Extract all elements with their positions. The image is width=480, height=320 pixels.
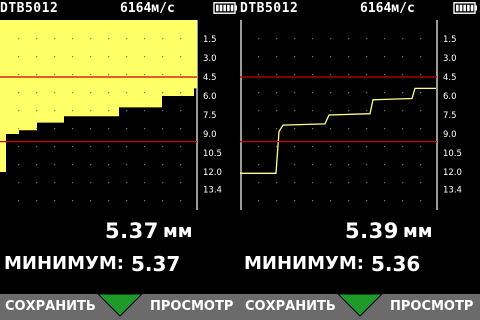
depth-scale-label: 12.0 bbox=[203, 168, 222, 178]
view-button[interactable]: ПРОСМОТР bbox=[390, 299, 473, 314]
battery-icon bbox=[213, 2, 237, 14]
minimum-row: МИНИМУМ: 5.37 bbox=[0, 250, 240, 278]
thickness-unit: мм bbox=[403, 221, 433, 242]
depth-scale-label: 9.0 bbox=[443, 130, 457, 140]
minimum-row: МИНИМУМ: 5.36 bbox=[240, 250, 480, 278]
minimum-label: МИНИМУМ: bbox=[4, 253, 125, 274]
thickness-readout: 5.37 мм bbox=[0, 215, 240, 249]
sound-velocity: 6164м/с bbox=[120, 1, 175, 16]
depth-scale-label: 13.4 bbox=[443, 186, 462, 196]
depth-scale-label: 7.5 bbox=[443, 111, 457, 121]
softkey-bar: СОХРАНИТЬ ПРОСМОТР bbox=[0, 294, 240, 320]
a-scan-plot: 1.5 3.0 4.5 6.0 7.5 9.0 10.5 12.0 13.4 bbox=[0, 20, 222, 210]
status-bar: DTB5012 6164м/с bbox=[240, 0, 480, 20]
echo-fill bbox=[0, 20, 197, 172]
minimum-value: 5.36 bbox=[371, 252, 421, 276]
depth-scale-label: 7.5 bbox=[203, 111, 217, 121]
minimum-label: МИНИМУМ: bbox=[244, 253, 365, 274]
battery-icon bbox=[453, 2, 477, 14]
device-model: DTB5012 bbox=[0, 1, 59, 16]
save-button[interactable]: СОХРАНИТЬ bbox=[245, 299, 336, 314]
grid-dots bbox=[258, 38, 422, 202]
depth-scale-label: 10.5 bbox=[443, 149, 462, 159]
depth-scale-label: 3.0 bbox=[443, 54, 457, 64]
minimum-value: 5.37 bbox=[131, 252, 181, 276]
depth-scale-label: 6.0 bbox=[203, 92, 217, 102]
depth-scale-label: 3.0 bbox=[203, 54, 217, 64]
left-pane: DTB5012 6164м/с 1.5 3.0 4.5 6.0 7.5 9.0 10.5 12… bbox=[0, 0, 240, 320]
depth-scale-label: 10.5 bbox=[203, 149, 222, 159]
depth-scale-label: 4.5 bbox=[443, 73, 457, 83]
echo-trace bbox=[240, 87, 436, 174]
thickness-value: 5.39 bbox=[345, 219, 399, 243]
sound-velocity: 6164м/с bbox=[360, 1, 415, 16]
depth-scale-label: 13.4 bbox=[203, 186, 222, 196]
softkey-bar: СОХРАНИТЬ ПРОСМОТР bbox=[240, 294, 480, 320]
thickness-unit: мм bbox=[163, 221, 193, 242]
depth-scale-label: 1.5 bbox=[443, 35, 457, 45]
a-scan-plot: 1.5 3.0 4.5 6.0 7.5 9.0 10.5 12.0 13.4 bbox=[240, 20, 462, 210]
view-button[interactable]: ПРОСМОТР bbox=[150, 299, 233, 314]
thickness-readout: 5.39 мм bbox=[240, 215, 480, 249]
save-button[interactable]: СОХРАНИТЬ bbox=[5, 299, 96, 314]
depth-scale-label: 1.5 bbox=[203, 35, 217, 45]
device-model: DTB5012 bbox=[240, 1, 299, 16]
depth-scale-label: 12.0 bbox=[443, 168, 462, 178]
right-pane: DTB5012 6164м/с 1.5 3.0 4.5 6.0 7.5 9.0 10.5 12… bbox=[240, 0, 480, 320]
depth-scale-label: 6.0 bbox=[443, 92, 457, 102]
thickness-value: 5.37 bbox=[105, 219, 159, 243]
depth-scale-label: 9.0 bbox=[203, 130, 217, 140]
status-bar: DTB5012 6164м/с bbox=[0, 0, 240, 20]
depth-scale-label: 4.5 bbox=[203, 73, 217, 83]
